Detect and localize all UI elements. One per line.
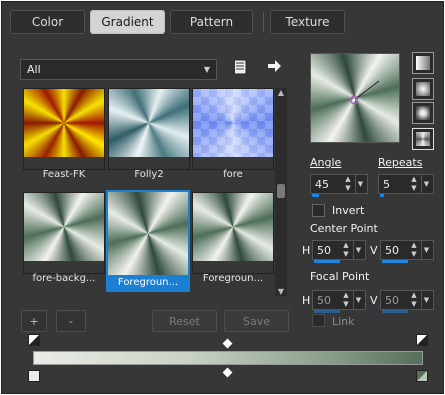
color-stop-left[interactable] bbox=[28, 370, 40, 382]
stepper-icon[interactable]: ▲ ▼ bbox=[409, 241, 419, 259]
scroll-up-icon[interactable]: ▲ bbox=[275, 88, 287, 97]
add-gradient-button[interactable]: + bbox=[21, 310, 47, 332]
gradient-thumb-fore[interactable]: fore bbox=[192, 88, 274, 180]
center-v-slider-fill[interactable] bbox=[382, 260, 408, 263]
color-stop-right[interactable] bbox=[416, 370, 428, 382]
scrollbar-thumb[interactable] bbox=[277, 184, 285, 198]
stop-icon bbox=[417, 335, 427, 345]
stop-icon bbox=[29, 335, 39, 345]
transparency-stop-left[interactable] bbox=[28, 334, 40, 346]
stop-icon bbox=[417, 371, 427, 381]
invert-checkbox[interactable] bbox=[312, 204, 325, 217]
linear-style-icon bbox=[416, 56, 430, 70]
gradient-preview-large[interactable] bbox=[310, 53, 400, 143]
gradient-preview bbox=[24, 89, 104, 157]
stepper-icon[interactable]: ▲ ▼ bbox=[409, 291, 419, 309]
rectangular-style-button[interactable] bbox=[412, 78, 434, 100]
tab-color[interactable]: Color bbox=[10, 10, 85, 34]
gradient-name: Foregroun... bbox=[202, 273, 264, 284]
link-label: Link bbox=[332, 315, 355, 328]
angle-value: 45 bbox=[315, 177, 329, 191]
center-v-label: V bbox=[370, 244, 378, 257]
angle-input[interactable]: 45 ▲ ▼ ▼ bbox=[310, 174, 368, 197]
repeats-slider-fill[interactable] bbox=[380, 194, 384, 197]
link-checkbox[interactable] bbox=[312, 314, 325, 327]
chevron-down-icon[interactable]: ▼ bbox=[421, 175, 431, 193]
angle-slider-fill[interactable] bbox=[312, 194, 319, 197]
transparency-midpoint[interactable] bbox=[222, 338, 233, 349]
center-v-value: 50 bbox=[385, 243, 399, 257]
chevron-down-icon[interactable]: ▼ bbox=[355, 175, 365, 193]
tab-pattern[interactable]: Pattern bbox=[170, 10, 253, 34]
center-point-label: Center Point bbox=[310, 222, 378, 235]
focal-v-label: V bbox=[370, 294, 378, 307]
chevron-down-icon[interactable]: ▼ bbox=[421, 291, 431, 309]
gradient-preview bbox=[193, 193, 273, 261]
center-v-input[interactable]: 50 ▲ ▼ ▼ bbox=[380, 240, 434, 263]
stepper-icon[interactable]: ▲ ▼ bbox=[409, 175, 419, 193]
save-button[interactable]: Save bbox=[224, 310, 289, 332]
gradient-list-scrollbar[interactable]: ▲ ▼ bbox=[275, 88, 287, 296]
focal-h-label: H bbox=[302, 294, 311, 307]
repeats-value: 5 bbox=[383, 177, 390, 191]
gradient-name: Foregroun... bbox=[108, 275, 188, 290]
scroll-down-icon[interactable]: ▼ bbox=[275, 287, 287, 296]
angle-label: Angle bbox=[310, 156, 342, 169]
reset-button[interactable]: Reset bbox=[152, 310, 217, 332]
library-icon[interactable] bbox=[232, 59, 248, 75]
category-dropdown[interactable]: All ▼ bbox=[20, 59, 217, 80]
gradient-name: fore bbox=[223, 169, 243, 180]
radial-style-icon bbox=[416, 132, 430, 146]
gradient-thumb-foreground[interactable]: Foregroun... bbox=[192, 192, 274, 284]
category-selected: All bbox=[27, 63, 41, 76]
gradient-editor-strip[interactable] bbox=[33, 351, 423, 365]
gradient-preview bbox=[108, 192, 188, 275]
focal-h-slider-fill[interactable] bbox=[314, 310, 340, 313]
focal-h-value: 50 bbox=[317, 293, 331, 307]
focal-v-value: 50 bbox=[385, 293, 399, 307]
color-midpoint[interactable] bbox=[222, 367, 233, 378]
chevron-down-icon[interactable]: ▼ bbox=[353, 241, 363, 259]
gradient-name: fore-backg... bbox=[32, 273, 96, 284]
gradient-preview bbox=[24, 193, 104, 261]
focal-h-input[interactable]: 50 ▲ ▼ ▼ bbox=[312, 290, 366, 313]
material-properties-window: Color Gradient Pattern Texture All ▼ Fea… bbox=[1, 1, 444, 394]
gradient-thumb-foreground-selected[interactable]: Foregroun... bbox=[106, 190, 190, 292]
gradient-preview bbox=[193, 89, 273, 157]
remove-gradient-button[interactable]: - bbox=[56, 310, 86, 332]
chevron-down-icon[interactable]: ▼ bbox=[353, 291, 363, 309]
focal-point-label: Focal Point bbox=[310, 270, 370, 283]
gradient-thumb-fore-backg[interactable]: fore-backg... bbox=[23, 192, 105, 284]
arrow-right-icon[interactable] bbox=[266, 58, 282, 74]
focal-v-slider-fill[interactable] bbox=[382, 310, 408, 313]
gradient-thumb-feast[interactable]: Feast-FK bbox=[23, 88, 105, 180]
radial-style-button[interactable] bbox=[412, 128, 434, 150]
stepper-icon[interactable]: ▲ ▼ bbox=[343, 175, 353, 193]
transparency-stop-right[interactable] bbox=[416, 334, 428, 346]
gradient-name: Feast-FK bbox=[42, 169, 86, 180]
tab-texture[interactable]: Texture bbox=[270, 10, 345, 34]
focal-v-input[interactable]: 50 ▲ ▼ ▼ bbox=[380, 290, 434, 313]
stepper-icon[interactable]: ▲ ▼ bbox=[341, 241, 351, 259]
angle-handle[interactable] bbox=[311, 54, 399, 142]
rectangular-style-icon bbox=[416, 82, 430, 96]
invert-label: Invert bbox=[332, 204, 365, 217]
tab-gradient[interactable]: Gradient bbox=[90, 10, 165, 34]
gradient-preview bbox=[109, 89, 189, 157]
tab-separator bbox=[263, 12, 264, 32]
chevron-down-icon[interactable]: ▼ bbox=[421, 241, 431, 259]
center-h-slider-fill[interactable] bbox=[314, 260, 340, 263]
center-h-input[interactable]: 50 ▲ ▼ ▼ bbox=[312, 240, 366, 263]
sunburst-style-button[interactable] bbox=[412, 102, 434, 124]
center-h-label: H bbox=[302, 244, 311, 257]
repeats-input[interactable]: 5 ▲ ▼ ▼ bbox=[378, 174, 434, 197]
repeats-label: Repeats bbox=[378, 156, 423, 169]
stepper-icon[interactable]: ▲ ▼ bbox=[341, 291, 351, 309]
gradient-thumb-folly2[interactable]: Folly2 bbox=[108, 88, 190, 180]
sunburst-style-icon bbox=[416, 106, 430, 120]
gradient-name: Folly2 bbox=[134, 169, 164, 180]
center-h-value: 50 bbox=[317, 243, 331, 257]
linear-style-button[interactable] bbox=[412, 52, 434, 74]
chevron-down-icon: ▼ bbox=[203, 65, 210, 74]
